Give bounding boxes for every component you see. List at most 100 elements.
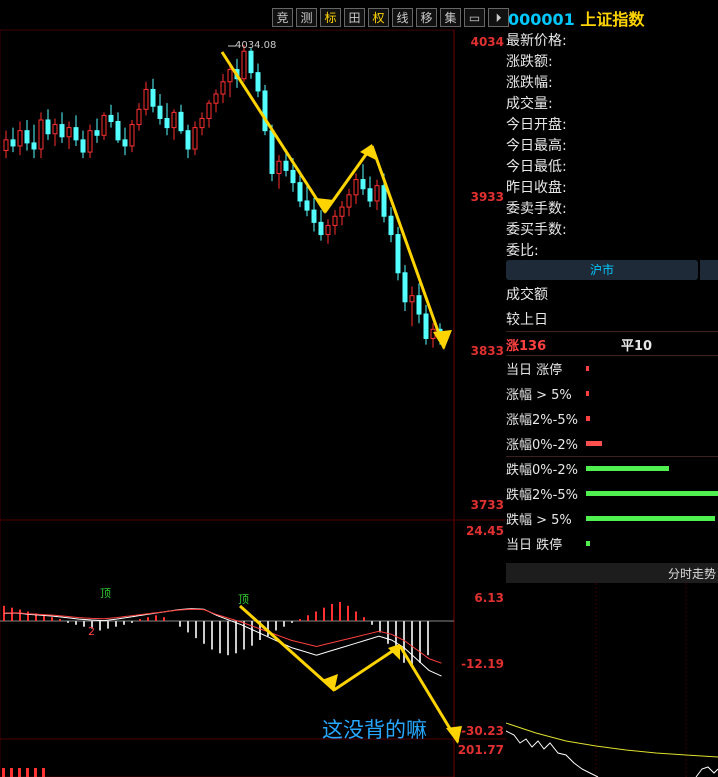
price-tick-top: 4034 xyxy=(470,35,504,49)
breadth-bar-7 xyxy=(586,541,590,546)
index-name: 上证指数 xyxy=(580,10,645,29)
breadth-label-5: 跌幅2%-5% xyxy=(506,488,578,503)
quote-field-6: 今日最低: xyxy=(506,159,567,175)
flat-count: 平10 xyxy=(621,339,653,354)
candle-body xyxy=(164,117,170,129)
breadth-label-6: 跌幅 > 5% xyxy=(506,513,572,528)
candle-body xyxy=(304,200,310,211)
macd-arrow xyxy=(239,604,335,692)
macd-marker: 2 xyxy=(88,625,95,638)
annotation-note: 这没背的嘛 xyxy=(322,718,427,742)
macd-tick-3: -12.19 xyxy=(461,657,504,671)
candle-body xyxy=(150,88,156,107)
candle-body xyxy=(360,179,366,190)
breadth-bar-6 xyxy=(586,516,716,521)
candle-body xyxy=(346,194,352,208)
breadth-label-7: 当日 跌停 xyxy=(506,538,563,553)
candle-body xyxy=(52,124,58,135)
quote-field-9: 委买手数: xyxy=(506,222,567,238)
candle-body xyxy=(262,90,268,132)
kline-chart[interactable]: 顶 顶 2 xyxy=(0,0,506,777)
fenshi-label: 分时走势 xyxy=(667,567,716,581)
breadth-bar-0 xyxy=(586,366,589,371)
candle-body xyxy=(248,50,254,74)
intraday-mini-chart xyxy=(506,583,718,777)
toolbar-button-0[interactable]: 竞 xyxy=(272,8,293,27)
candle-body xyxy=(38,119,44,150)
toolbar-button-6[interactable]: 移 xyxy=(416,8,437,27)
quote-field-0: 最新价格: xyxy=(506,33,567,49)
candle-body xyxy=(206,102,212,119)
volume-bar xyxy=(42,768,45,777)
toolbar-button-8[interactable]: ▭ xyxy=(464,8,485,27)
candle-body xyxy=(227,69,233,83)
toolbar-button-4[interactable]: 权 xyxy=(368,8,389,27)
breadth-label-1: 涨幅 > 5% xyxy=(506,388,572,403)
candle-body xyxy=(213,93,219,104)
candle-body xyxy=(409,295,415,303)
volume-bar xyxy=(10,768,13,777)
breadth-bar-2 xyxy=(586,416,590,421)
tab-shanghai-market[interactable]: 沪市 xyxy=(506,260,698,280)
candle-body xyxy=(199,117,205,129)
fenshi-header[interactable]: 分时走势 xyxy=(506,563,718,583)
index-code: 000001 xyxy=(508,10,575,29)
candle-body xyxy=(136,108,142,126)
macd-dif-line xyxy=(3,608,442,677)
quote-field-1: 涨跌额: xyxy=(506,54,553,70)
candle-body xyxy=(367,188,373,202)
toolbar-button-5[interactable]: 线 xyxy=(392,8,413,27)
candle-body xyxy=(108,114,114,123)
trend-arrow xyxy=(370,145,446,349)
candle-body xyxy=(94,130,100,136)
candle-body xyxy=(178,111,184,132)
toolbar-button-2[interactable]: 标 xyxy=(320,8,341,27)
candle-body xyxy=(318,221,324,236)
breadth-bar-5 xyxy=(586,491,718,496)
toolbar-button-1[interactable]: 测 xyxy=(296,8,317,27)
candle-body xyxy=(276,160,282,174)
toolbar-button-7[interactable]: 集 xyxy=(440,8,461,27)
candle-body xyxy=(220,81,226,95)
breadth-label-3: 涨幅0%-2% xyxy=(506,438,578,453)
candle-body xyxy=(311,209,317,223)
candle-body xyxy=(3,139,9,152)
candle-body xyxy=(297,182,303,202)
volume-tick: 201.77 xyxy=(457,743,504,757)
breadth-bar-1 xyxy=(586,391,589,396)
candle-body xyxy=(10,139,16,147)
candle-body xyxy=(381,185,387,217)
candle-body xyxy=(66,127,72,138)
candle-body xyxy=(192,127,198,150)
up-count: 涨136 xyxy=(506,339,547,354)
candle-body xyxy=(325,224,331,236)
candle-body xyxy=(143,88,149,110)
candle-body xyxy=(255,72,261,92)
quote-field-10: 委比: xyxy=(506,243,539,259)
macd-marker: 顶 xyxy=(100,587,111,600)
candle-body xyxy=(101,114,107,136)
candle-body xyxy=(402,272,408,303)
tab-other[interactable] xyxy=(700,260,718,280)
arrowhead xyxy=(316,198,334,214)
candle-body xyxy=(283,160,289,171)
breadth-bar-4 xyxy=(586,466,670,471)
toolbar-button-3[interactable]: 田 xyxy=(344,8,365,27)
candle-body xyxy=(73,127,79,141)
candle-body xyxy=(395,234,401,274)
candle-body xyxy=(185,130,191,150)
quote-field-2: 涨跌幅: xyxy=(506,75,553,91)
candle-body xyxy=(416,295,422,315)
quote-field-3: 成交量: xyxy=(506,96,553,112)
breadth-bar-3 xyxy=(586,441,602,446)
macd-arrow xyxy=(333,644,401,692)
candle-body xyxy=(80,139,86,153)
breadth-label-4: 跌幅0%-2% xyxy=(506,463,578,478)
arrowhead xyxy=(433,330,452,350)
quote-field-8: 委卖手数: xyxy=(506,201,567,217)
price-tick-3: 3833 xyxy=(470,344,504,358)
candle-body xyxy=(374,185,380,202)
candle-body xyxy=(24,130,30,144)
divider xyxy=(506,331,718,332)
candle-body xyxy=(353,179,359,196)
